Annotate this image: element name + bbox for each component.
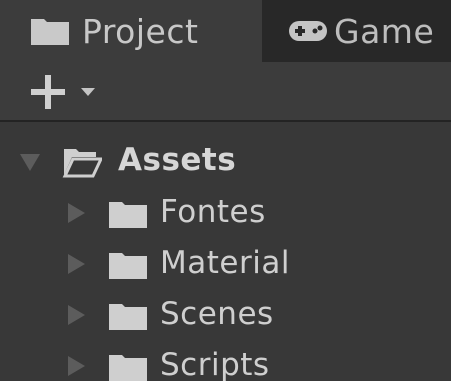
tab-game[interactable]: Game [262,0,451,62]
tree-item-scripts[interactable]: Scripts [0,340,451,381]
tree-item-assets[interactable]: Assets [0,136,451,188]
tree-item-material[interactable]: Material [0,238,451,290]
plus-icon[interactable] [30,74,66,110]
tree-item-fontes[interactable]: Fontes [0,187,451,239]
tree-item-scenes[interactable]: Scenes [0,289,451,341]
project-window: Project Game Assets Fontes Material Scen… [0,0,451,381]
collapse-arrow-icon[interactable] [68,203,85,223]
expand-arrow-icon[interactable] [20,154,40,171]
collapse-arrow-icon[interactable] [68,254,85,274]
folder-open-icon [62,149,102,178]
tree-item-label: Scripts [160,347,270,381]
folder-tree: Assets Fontes Material Scenes Scripts [0,122,451,381]
project-toolbar [0,62,451,122]
tab-project-label: Project [82,11,199,51]
tab-project[interactable]: Project [0,0,262,62]
folder-icon [109,355,147,381]
chevron-down-icon[interactable] [81,88,95,96]
tree-item-label: Fontes [160,194,266,230]
folder-icon [31,19,69,45]
tab-game-label: Game [334,11,435,51]
folder-icon [109,253,147,279]
folder-icon [109,304,147,330]
gamepad-icon [289,21,327,41]
tree-item-label: Scenes [160,296,274,332]
tree-item-label: Material [160,245,290,281]
collapse-arrow-icon[interactable] [68,356,85,376]
tree-item-label: Assets [118,142,237,178]
tab-bar: Project Game [0,0,451,62]
collapse-arrow-icon[interactable] [68,305,85,325]
folder-icon [109,202,147,228]
